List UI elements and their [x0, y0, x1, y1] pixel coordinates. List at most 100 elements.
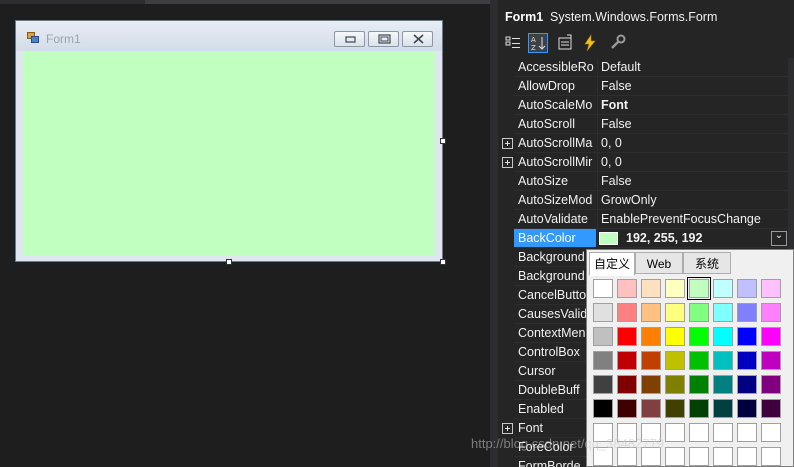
- property-name[interactable]: CausesValid: [514, 305, 596, 324]
- property-name[interactable]: AutoScrollMir: [514, 153, 596, 172]
- color-swatch[interactable]: [665, 327, 685, 346]
- color-swatch[interactable]: [689, 375, 709, 394]
- form-window[interactable]: Form1: [15, 20, 443, 262]
- color-swatch[interactable]: [593, 399, 613, 418]
- property-value[interactable]: GrowOnly: [597, 191, 790, 210]
- color-swatch[interactable]: [713, 351, 733, 370]
- property-value[interactable]: 0, 0: [597, 134, 790, 153]
- color-swatch[interactable]: [593, 375, 613, 394]
- color-swatch[interactable]: [593, 303, 613, 322]
- color-swatch[interactable]: [713, 303, 733, 322]
- expand-plus-icon[interactable]: [502, 423, 513, 434]
- color-swatch[interactable]: [617, 375, 637, 394]
- resize-handle-bottom[interactable]: [226, 259, 232, 265]
- resize-handle-corner[interactable]: [440, 259, 446, 265]
- color-swatch[interactable]: [593, 351, 613, 370]
- property-name[interactable]: AutoValidate: [514, 210, 596, 229]
- color-swatch[interactable]: [737, 327, 757, 346]
- form-client-area[interactable]: [23, 51, 435, 256]
- alphabetical-button[interactable]: A Z: [528, 33, 548, 53]
- color-swatch[interactable]: [617, 303, 637, 322]
- property-value[interactable]: 0, 0: [597, 153, 790, 172]
- resize-handle-right[interactable]: [440, 138, 446, 144]
- color-swatch[interactable]: [617, 279, 637, 298]
- color-swatch[interactable]: [737, 447, 757, 466]
- properties-object-header[interactable]: Form1 System.Windows.Forms.Form: [498, 8, 794, 28]
- property-name[interactable]: Enabled: [514, 400, 596, 419]
- close-button[interactable]: [402, 31, 433, 47]
- color-swatch[interactable]: [641, 327, 661, 346]
- color-swatch[interactable]: [761, 279, 781, 298]
- color-swatch[interactable]: [737, 351, 757, 370]
- color-tab[interactable]: 自定义: [589, 252, 635, 276]
- color-swatch[interactable]: [761, 423, 781, 442]
- color-swatch[interactable]: [737, 399, 757, 418]
- property-row[interactable]: AutoScroll False: [498, 115, 790, 134]
- property-row[interactable]: AutoScrollMa 0, 0: [498, 134, 790, 153]
- categorized-button[interactable]: [503, 33, 523, 53]
- property-row[interactable]: AutoScrollMir 0, 0: [498, 153, 790, 172]
- color-swatch[interactable]: [641, 303, 661, 322]
- color-swatch[interactable]: [665, 351, 685, 370]
- color-swatch[interactable]: [713, 375, 733, 394]
- property-name[interactable]: CancelButto: [514, 286, 596, 305]
- property-name[interactable]: AllowDrop: [514, 77, 596, 96]
- color-swatch[interactable]: [593, 327, 613, 346]
- property-name[interactable]: AutoScrollMa: [514, 134, 596, 153]
- property-value[interactable]: EnablePreventFocusChange: [597, 210, 790, 229]
- color-swatch[interactable]: [617, 399, 637, 418]
- backcolor-dropdown-button[interactable]: ⌄: [771, 230, 787, 246]
- property-name[interactable]: AutoScroll: [514, 115, 596, 134]
- color-swatch[interactable]: [665, 423, 685, 442]
- expand-plus-icon[interactable]: [502, 138, 513, 149]
- color-swatch[interactable]: [713, 279, 733, 298]
- color-swatch[interactable]: [737, 375, 757, 394]
- color-swatch[interactable]: [689, 399, 709, 418]
- form-titlebar[interactable]: Form1: [16, 21, 442, 51]
- color-swatch[interactable]: [737, 279, 757, 298]
- minimize-button[interactable]: [334, 31, 365, 47]
- property-name[interactable]: BackColor: [514, 229, 596, 248]
- property-row[interactable]: AutoSize False: [498, 172, 790, 191]
- color-swatch[interactable]: [593, 279, 613, 298]
- color-swatch[interactable]: [713, 447, 733, 466]
- color-swatch[interactable]: [713, 399, 733, 418]
- color-swatch[interactable]: [617, 351, 637, 370]
- expand-plus-icon[interactable]: [502, 157, 513, 168]
- color-swatch[interactable]: [713, 327, 733, 346]
- color-swatch[interactable]: [761, 327, 781, 346]
- maximize-button[interactable]: [368, 31, 399, 47]
- property-row[interactable]: AllowDrop False: [498, 77, 790, 96]
- color-swatch[interactable]: [665, 303, 685, 322]
- color-swatch[interactable]: [737, 303, 757, 322]
- property-row[interactable]: AutoValidate EnablePreventFocusChange: [498, 210, 790, 229]
- property-value[interactable]: False: [597, 172, 790, 191]
- color-swatch[interactable]: [641, 399, 661, 418]
- property-row[interactable]: AutoScaleMo Font: [498, 96, 790, 115]
- color-swatch[interactable]: [665, 399, 685, 418]
- property-name[interactable]: AccessibleRo: [514, 58, 596, 77]
- color-swatch[interactable]: [761, 447, 781, 466]
- color-swatch[interactable]: [689, 327, 709, 346]
- color-swatch[interactable]: [761, 375, 781, 394]
- property-name[interactable]: ContextMen: [514, 324, 596, 343]
- color-swatch[interactable]: [761, 303, 781, 322]
- events-button[interactable]: [580, 33, 600, 53]
- color-swatch[interactable]: [761, 351, 781, 370]
- property-name[interactable]: Background: [514, 267, 596, 286]
- color-swatch[interactable]: [713, 423, 733, 442]
- property-name[interactable]: DoubleBuff: [514, 381, 596, 400]
- property-value[interactable]: 192, 255, 192: [597, 229, 790, 248]
- property-name[interactable]: AutoSizeMod: [514, 191, 596, 210]
- property-name[interactable]: ControlBox: [514, 343, 596, 362]
- property-name[interactable]: Background: [514, 248, 596, 267]
- color-swatch[interactable]: [689, 447, 709, 466]
- property-name[interactable]: FormBorde: [514, 457, 596, 467]
- color-swatch[interactable]: [641, 279, 661, 298]
- color-swatch[interactable]: [689, 423, 709, 442]
- color-tab[interactable]: 系统: [683, 252, 731, 274]
- color-swatch[interactable]: [687, 277, 711, 300]
- color-swatch[interactable]: [761, 399, 781, 418]
- properties-button[interactable]: [555, 33, 575, 53]
- color-swatch[interactable]: [617, 327, 637, 346]
